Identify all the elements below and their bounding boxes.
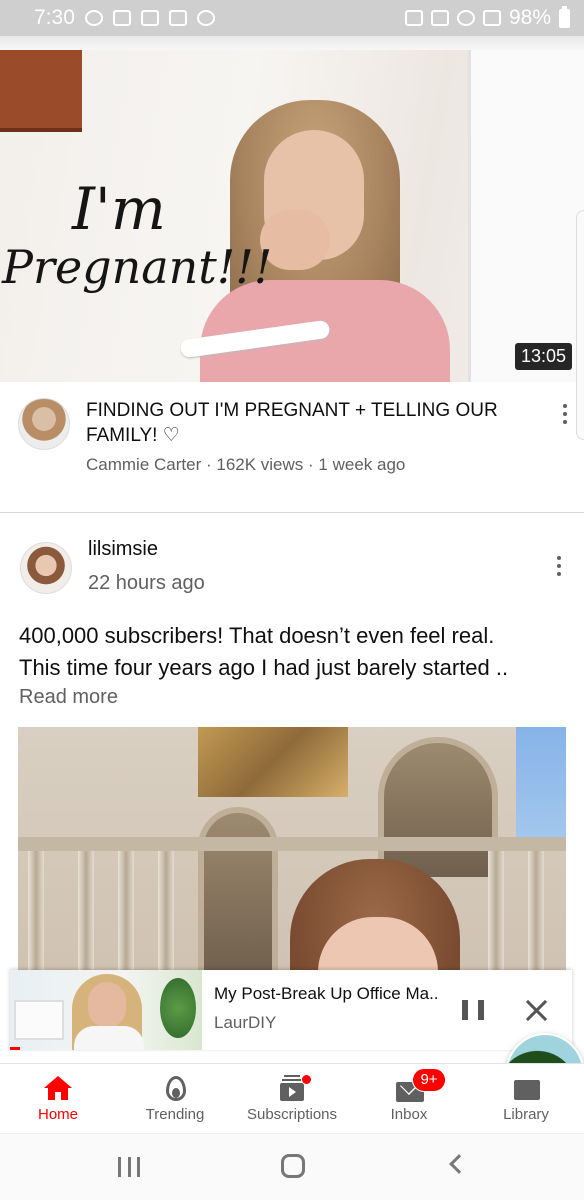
video-metadata: FINDING OUT I'M PREGNANT + TELLING OUR F…	[0, 382, 584, 512]
nav-library[interactable]: Library	[468, 1064, 584, 1134]
video-subtitle: Cammie Carter · 162K views · 1 week ago	[86, 455, 405, 475]
bottom-nav: Home Trending Subscriptions 9+ Inbox Lib…	[0, 1063, 584, 1133]
book-icon	[112, 10, 131, 26]
post-image[interactable]	[18, 727, 566, 977]
post-image-arch	[198, 807, 278, 977]
video-views: 162K views	[216, 455, 304, 474]
pause-icon[interactable]	[462, 1000, 484, 1022]
post-author-avatar[interactable]	[20, 542, 72, 594]
mini-player-info[interactable]: My Post-Break Up Office Ma.. LaurDIY	[202, 970, 572, 1050]
post-image-ledge	[18, 837, 566, 851]
post-text[interactable]: 400,000 subscribers! That doesn’t even f…	[19, 620, 575, 684]
car-icon	[168, 10, 187, 26]
gallery-icon	[140, 10, 159, 26]
mini-thumb-shirt	[74, 1026, 144, 1050]
mini-player[interactable]: My Post-Break Up Office Ma.. LaurDIY	[10, 970, 572, 1050]
video-duration: 13:05	[514, 343, 572, 370]
post-time: 22 hours ago	[88, 572, 205, 594]
nav-trending-label: Trending	[145, 1106, 205, 1123]
nav-home-label: Home	[37, 1106, 78, 1123]
accessibility-icon	[84, 10, 103, 26]
read-more-link[interactable]: Read more	[19, 686, 118, 709]
thumbnail-door	[468, 50, 584, 382]
messenger-icon	[196, 10, 215, 26]
system-nav-bar	[0, 1133, 584, 1200]
video-more-options-icon[interactable]	[555, 400, 575, 428]
mini-thumb-plant	[160, 978, 196, 1038]
thumbnail-caption-line1: I'm	[72, 175, 166, 243]
thumbnail-caption: I'm Pregnant!!!	[2, 180, 272, 290]
nav-inbox-label: Inbox	[390, 1106, 428, 1123]
post-image-column	[28, 851, 44, 977]
post-image-mosaic	[198, 727, 348, 797]
home-button-icon[interactable]	[281, 1154, 305, 1178]
mini-thumb-shelf	[14, 1000, 64, 1040]
mini-thumb-face	[88, 982, 126, 1028]
post-text-line2: This time four years ago I had just bare…	[19, 655, 509, 680]
post-image-column	[488, 851, 504, 977]
battery-percent: 98%	[508, 6, 551, 29]
nav-inbox[interactable]: 9+ Inbox	[351, 1064, 467, 1134]
top-shadow-strip	[0, 36, 584, 50]
channel-avatar[interactable]	[18, 398, 70, 450]
post-image-arch	[378, 737, 498, 877]
wifi-icon	[456, 10, 475, 26]
new-content-dot	[301, 1074, 312, 1085]
thumbnail-cabinet	[0, 50, 82, 132]
post-image-column	[118, 851, 134, 977]
nav-subscriptions[interactable]: Subscriptions	[234, 1064, 350, 1134]
inbox-badge: 9+	[412, 1068, 446, 1092]
status-bar: 7:30 98%	[0, 0, 584, 36]
trending-icon	[160, 1074, 190, 1102]
back-icon[interactable]	[449, 1154, 469, 1174]
status-left: 7:30	[34, 6, 405, 30]
nav-library-label: Library	[503, 1106, 549, 1123]
post-more-options-icon[interactable]	[549, 552, 569, 580]
status-right: 98%	[404, 5, 570, 30]
post-image-column	[158, 851, 174, 977]
video-age: 1 week ago	[318, 455, 406, 474]
post-text-line1: 400,000 subscribers! That doesn’t even f…	[19, 623, 495, 648]
scroll-handle[interactable]	[576, 210, 584, 440]
separator: ·	[201, 455, 217, 474]
divider	[0, 512, 584, 513]
nav-subscriptions-label: Subscriptions	[246, 1106, 338, 1123]
mini-player-progress	[10, 1047, 20, 1050]
battery-icon	[559, 5, 570, 28]
thumbnail-caption-line2: Pregnant!!!	[2, 240, 273, 294]
post-image-column	[528, 851, 544, 977]
video-title[interactable]: FINDING OUT I'M PREGNANT + TELLING OUR F…	[86, 398, 536, 448]
nfc-icon	[404, 10, 423, 26]
home-icon	[43, 1074, 73, 1102]
status-time: 7:30	[34, 6, 75, 29]
signal-icon	[482, 10, 501, 26]
video-thumbnail[interactable]: I'm Pregnant!!! 13:05	[0, 50, 584, 382]
subscriptions-icon	[277, 1074, 312, 1102]
library-icon	[511, 1074, 541, 1102]
video-channel[interactable]: Cammie Carter	[86, 455, 201, 474]
recent-apps-icon[interactable]	[118, 1157, 140, 1177]
separator: ·	[303, 455, 319, 474]
post-image-sky	[516, 727, 566, 847]
post-author[interactable]: lilsimsie	[88, 538, 158, 561]
nav-trending[interactable]: Trending	[117, 1064, 233, 1134]
mini-player-channel: LaurDIY	[214, 1013, 277, 1032]
mini-player-title[interactable]: My Post-Break Up Office Ma..	[214, 984, 572, 1004]
post-image-column	[78, 851, 94, 977]
close-icon[interactable]	[524, 998, 548, 1022]
mini-player-thumbnail[interactable]	[10, 970, 202, 1050]
inbox-icon: 9+	[394, 1068, 446, 1102]
nav-home[interactable]: Home	[0, 1064, 116, 1134]
mute-icon	[430, 10, 449, 26]
